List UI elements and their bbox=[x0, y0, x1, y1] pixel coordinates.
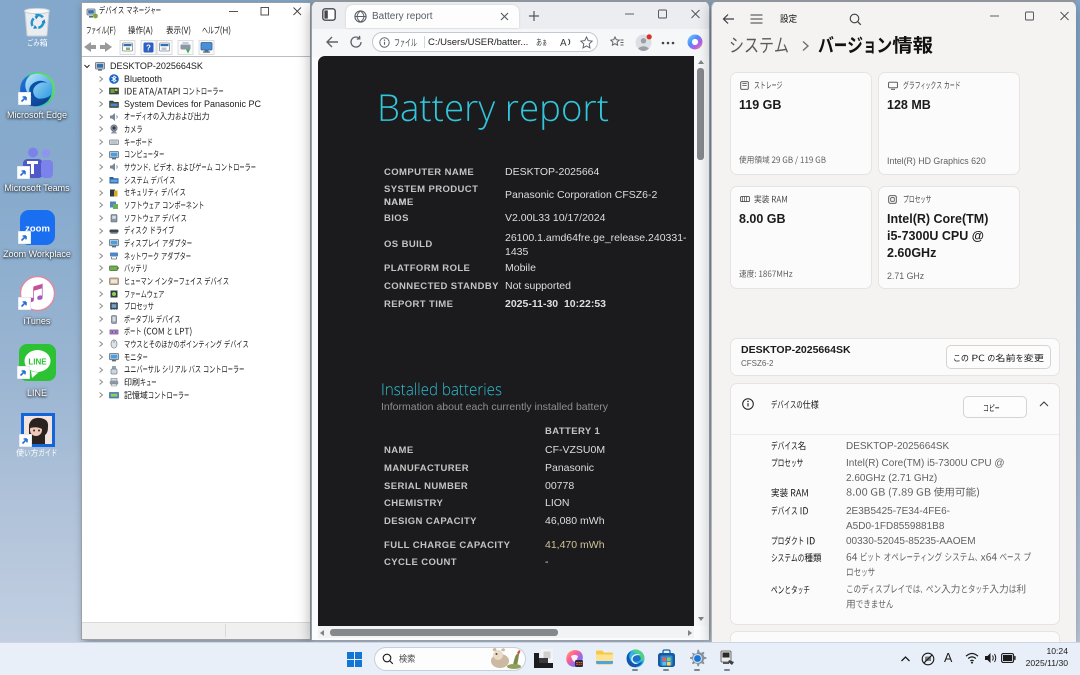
svg-text:A: A bbox=[560, 38, 567, 49]
svg-text:?: ? bbox=[146, 44, 151, 53]
svg-text:LINE: LINE bbox=[28, 358, 47, 367]
